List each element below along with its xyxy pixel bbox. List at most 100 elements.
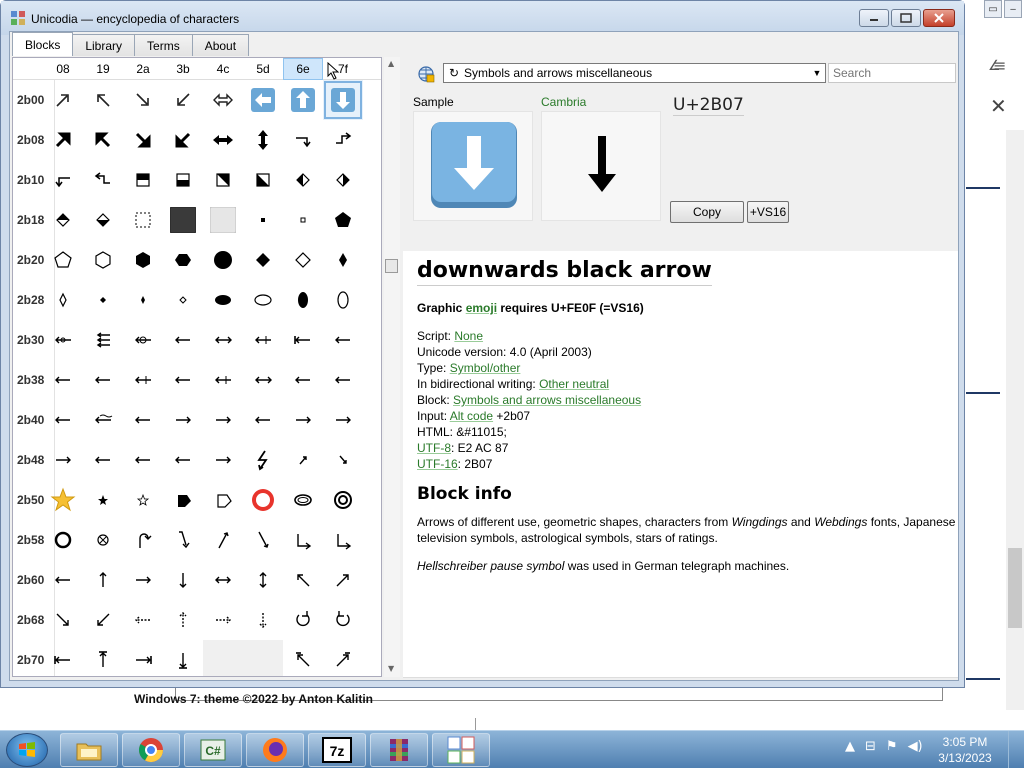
char-cell-arrow-hook-down[interactable]	[163, 520, 203, 560]
taskbar-unicodia-button[interactable]	[432, 733, 490, 767]
bg-scrollbar-thumb[interactable]	[1008, 548, 1022, 628]
bg-restore-button[interactable]: ▭	[984, 0, 1002, 18]
char-cell-arrow-down-dashed[interactable]	[243, 600, 283, 640]
char-cell-black-v-ellipse[interactable]	[283, 280, 323, 320]
char-cell-small-black-star[interactable]	[83, 480, 123, 520]
char-cell-arrow-right-dashed[interactable]	[203, 600, 243, 640]
vs16-button[interactable]: +VS16	[747, 201, 789, 223]
char-cell-arrow-ccw-circle[interactable]	[323, 600, 363, 640]
tab-terms[interactable]: Terms	[134, 34, 193, 56]
char-cell-arrow-equal-left[interactable]	[43, 400, 83, 440]
char-cell-arrow-wave-left[interactable]	[163, 320, 203, 360]
char-cell-arrow-right-less[interactable]	[203, 440, 243, 480]
show-desktop-button[interactable]	[1008, 731, 1024, 768]
char-cell-square-diag-ll[interactable]	[243, 160, 283, 200]
char-cell-emoji-up[interactable]	[283, 80, 323, 120]
char-cell-black-ne-pentagon[interactable]	[163, 480, 203, 520]
char-cell-arrow-ne-tri[interactable]	[323, 560, 363, 600]
block-select[interactable]: ↻ Symbols and arrows miscellaneous ▼	[443, 63, 826, 83]
search-input[interactable]	[828, 63, 956, 83]
char-cell-arrow-less-left-2[interactable]	[163, 440, 203, 480]
maximize-button[interactable]	[891, 9, 921, 27]
scroll-down-icon[interactable]: ▼	[388, 664, 394, 673]
char-cell-arrow-x-left[interactable]	[283, 360, 323, 400]
char-cell-white-v-ellipse[interactable]	[323, 280, 363, 320]
char-cell-arrow-up-bar[interactable]	[83, 640, 123, 676]
char-cell-arrow-tilde-approx[interactable]	[83, 400, 123, 440]
char-cell-arrow-triangle-right[interactable]	[283, 520, 323, 560]
char-cell-arrow-tail-left[interactable]	[323, 320, 363, 360]
char-cell-arrow-slant-se[interactable]	[243, 520, 283, 560]
char-cell-diamond-right-half[interactable]	[323, 160, 363, 200]
char-cell-arrow-slant-ne[interactable]	[203, 520, 243, 560]
char-cell-emoji-left[interactable]	[243, 80, 283, 120]
char-cell-square-bottom-half[interactable]	[163, 160, 203, 200]
char-cell-black-diamond[interactable]	[243, 240, 283, 280]
copy-button[interactable]: Copy	[670, 201, 744, 223]
title-bar[interactable]: Unicodia — encyclopedia of characters	[1, 1, 964, 35]
char-cell-arrow-right-bar[interactable]	[123, 640, 163, 676]
char-cell-black-pentagon[interactable]	[323, 200, 363, 240]
grid-scrollbar-thumb[interactable]	[385, 259, 398, 273]
emoji-link[interactable]: emoji	[466, 301, 497, 315]
char-cell-emoji-circle[interactable]	[243, 480, 283, 520]
taskbar-csharp-button[interactable]: C#	[184, 733, 242, 767]
chevron-down-icon[interactable]: ▼	[809, 64, 825, 82]
char-cell-black-circle[interactable]	[203, 240, 243, 280]
char-cell-small-narrow-diamond[interactable]	[123, 280, 163, 320]
char-cell-arrow-right-greater[interactable]	[163, 400, 203, 440]
char-cell-arrow-bar-left[interactable]	[283, 320, 323, 360]
char-cell-arrow-left-dashed[interactable]	[123, 600, 163, 640]
char-cell-emoji-white-square[interactable]	[203, 200, 243, 240]
char-cell-square-top-half[interactable]	[123, 160, 163, 200]
char-cell-heavy-white-circle[interactable]	[43, 520, 83, 560]
taskbar-winrar-button[interactable]	[370, 733, 428, 767]
type-link[interactable]: Symbol/other	[450, 361, 521, 375]
char-cell-arrow-curve-left[interactable]	[323, 360, 363, 400]
char-cell-arrow-corner-left[interactable]	[43, 160, 83, 200]
char-cell-arrow-small-circle[interactable]	[43, 320, 83, 360]
taskbar-firefox-button[interactable]	[246, 733, 304, 767]
char-cell-arrow-ne-bar[interactable]	[323, 640, 363, 676]
char-cell-arrow-sw-black[interactable]	[163, 120, 203, 160]
char-cell-arrow-hook-up[interactable]	[123, 520, 163, 560]
scroll-up-icon[interactable]: ▲	[388, 59, 394, 68]
char-cell-arrow-double-vs[interactable]	[123, 360, 163, 400]
start-button[interactable]	[6, 733, 48, 767]
char-cell-zigzag-arrow[interactable]	[243, 440, 283, 480]
char-cell-white-diamond[interactable]	[283, 240, 323, 280]
char-cell-arrow-right-subset[interactable]	[203, 400, 243, 440]
action-center-icon[interactable]: ⚑	[886, 739, 898, 754]
bg-minimize-button[interactable]: ‒	[1004, 0, 1022, 18]
char-cell-arrow-sw-tri[interactable]	[83, 600, 123, 640]
char-cell-black-narrow-diamond[interactable]	[323, 240, 363, 280]
char-cell-emoji-black-square[interactable]	[163, 200, 203, 240]
char-cell-small-black-square[interactable]	[243, 200, 283, 240]
char-cell-small-white-square[interactable]	[283, 200, 323, 240]
globe-icon[interactable]	[417, 65, 435, 83]
taskbar-7zip-button[interactable]: 7z	[308, 733, 366, 767]
char-cell-arrow-double-tail-2[interactable]	[243, 360, 283, 400]
char-cell-arrow-up-left[interactable]	[83, 160, 123, 200]
char-cell-arrow-ud-tri[interactable]	[243, 560, 283, 600]
char-cell-arrow-circle-plus[interactable]	[123, 320, 163, 360]
char-cell-dotted-square[interactable]	[123, 200, 163, 240]
char-cell-heavy-ellipse[interactable]	[283, 480, 323, 520]
char-cell-arrow-lr-outline[interactable]	[203, 80, 243, 120]
char-cell-arrow-right-tri[interactable]	[123, 560, 163, 600]
char-cell-arrow-se-outline[interactable]	[123, 80, 163, 120]
char-cell-square-diag-ur[interactable]	[203, 160, 243, 200]
char-cell-arrow-dotted-left[interactable]	[43, 360, 83, 400]
char-cell-arrow-corner-right[interactable]	[283, 120, 323, 160]
char-cell-arrow-down-tri[interactable]	[163, 560, 203, 600]
char-cell-circle-x[interactable]	[83, 520, 123, 560]
volume-icon[interactable]: ◀)	[908, 739, 923, 754]
char-cell-small-white-star[interactable]	[123, 480, 163, 520]
tab-blocks[interactable]: Blocks	[12, 32, 74, 56]
taskbar-explorer-button[interactable]	[60, 733, 118, 767]
char-cell-arrow-double-left[interactable]	[83, 360, 123, 400]
char-cell-small-white-diamond[interactable]	[163, 280, 203, 320]
char-cell-arrow-cw-circle[interactable]	[283, 600, 323, 640]
char-cell-arrow-sw-outline[interactable]	[163, 80, 203, 120]
char-cell-arrow-approx-left[interactable]	[83, 440, 123, 480]
